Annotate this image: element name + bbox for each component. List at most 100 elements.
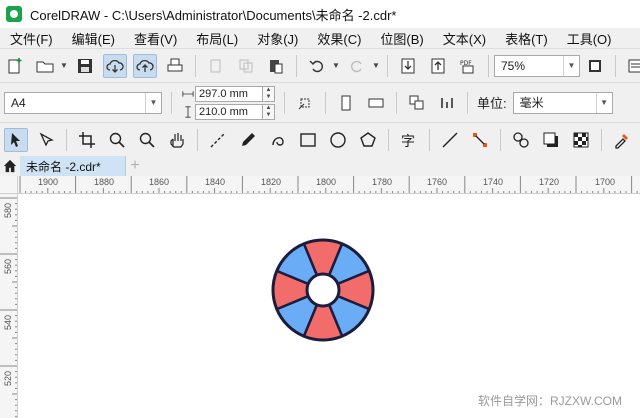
paste-icon[interactable] — [264, 54, 288, 78]
undo-icon[interactable] — [305, 54, 329, 78]
save-icon[interactable] — [73, 54, 97, 78]
text-tool-icon[interactable]: 字 — [397, 128, 421, 152]
units-value: 毫米 — [519, 96, 544, 110]
document-tab-bar: 未命名 -2.cdr* + — [0, 156, 640, 176]
menu-layout[interactable]: 布局(L) — [186, 29, 247, 48]
toolbar-separator — [500, 128, 501, 151]
menu-table[interactable]: 表格(T) — [495, 29, 557, 48]
cloud-upload-icon[interactable] — [133, 53, 157, 78]
page-height-input[interactable]: 210.0 mm — [195, 103, 263, 120]
page-width-input[interactable]: 297.0 mm — [195, 85, 263, 102]
menu-object[interactable]: 对象(J) — [247, 29, 307, 48]
publish-pdf-icon[interactable]: PDF — [456, 54, 480, 78]
vertical-ruler[interactable]: 580 560 540 520 — [0, 194, 18, 418]
undo-dropdown-icon[interactable]: ▼ — [332, 54, 340, 78]
freehand-tool-icon[interactable] — [266, 128, 290, 152]
height-icon — [181, 104, 195, 119]
ruler-origin[interactable] — [0, 176, 18, 194]
units-select[interactable]: 毫米 ▼ — [512, 91, 613, 114]
menu-bitmaps[interactable]: 位图(B) — [370, 29, 432, 48]
bezier-tool-icon[interactable] — [206, 128, 230, 152]
page-size-select[interactable]: A4 ▼ — [4, 91, 162, 114]
drawing-canvas[interactable] — [19, 195, 640, 418]
open-folder-icon[interactable] — [33, 54, 57, 78]
copy-icon[interactable] — [234, 54, 258, 78]
life-ring-shape[interactable] — [271, 238, 375, 342]
dimension-tool-icon[interactable] — [438, 128, 462, 152]
new-document-icon[interactable] — [3, 54, 27, 78]
options-icon[interactable] — [624, 54, 640, 78]
ellipse-tool-icon[interactable] — [326, 128, 350, 152]
redo-dropdown-icon[interactable]: ▼ — [372, 54, 380, 78]
eyedropper-tool-icon[interactable] — [610, 128, 634, 152]
ruler-label: 580 — [3, 202, 13, 218]
crop-tool-icon[interactable] — [75, 128, 99, 152]
pick-tool-icon[interactable] — [4, 127, 28, 152]
zoom-out-tool-icon[interactable] — [135, 128, 159, 152]
page-height-stepper[interactable]: ▲ ▼ — [263, 103, 275, 120]
menu-bar: 文件(F) 编辑(E) 查看(V) 布局(L) 对象(J) 效果(C) 位图(B… — [0, 28, 640, 48]
menu-text[interactable]: 文本(X) — [433, 29, 495, 48]
artistic-media-tool-icon[interactable] — [236, 128, 260, 152]
toolbar-separator — [387, 54, 388, 77]
toolbar-separator — [296, 54, 297, 77]
ruler-label: 1700 — [595, 177, 616, 187]
menu-edit[interactable]: 编辑(E) — [62, 29, 124, 48]
ruler-label: 520 — [3, 370, 13, 386]
toolbar-separator — [284, 91, 285, 114]
drawing-surface — [271, 238, 375, 342]
print-icon[interactable] — [163, 54, 187, 78]
units-label: 单位: — [477, 96, 507, 111]
transparency-tool-icon[interactable] — [569, 128, 593, 152]
ruler-label: 1760 — [427, 177, 448, 187]
home-icon[interactable] — [0, 156, 20, 176]
menu-effects[interactable]: 效果(C) — [307, 29, 370, 48]
toolbar-separator — [467, 91, 468, 114]
zoom-level-value: 75% — [501, 58, 526, 73]
zoom-level-select[interactable]: 75% ▼ — [494, 54, 580, 77]
page-width-stepper[interactable]: ▲ ▼ — [263, 85, 275, 102]
all-pages-icon[interactable] — [405, 91, 429, 115]
connector-tool-icon[interactable] — [468, 128, 492, 152]
rectangle-tool-icon[interactable] — [296, 128, 320, 152]
toolbar-separator — [396, 91, 397, 114]
property-bar: A4 ▼ 297.0 mm ▲ ▼ 210.0 mm ▲ ▼ 单位: 毫米 ▼ — [0, 82, 640, 122]
pan-tool-icon[interactable] — [165, 128, 189, 152]
document-tab[interactable]: 未命名 -2.cdr* — [20, 156, 126, 176]
cloud-download-icon[interactable] — [103, 53, 127, 78]
current-page-icon[interactable] — [435, 91, 459, 115]
coreldraw-logo-icon — [6, 6, 22, 22]
open-dropdown-icon[interactable]: ▼ — [60, 54, 68, 78]
life-ring-inner-outline — [305, 272, 341, 308]
drop-shadow-tool-icon[interactable] — [539, 128, 563, 152]
menu-file[interactable]: 文件(F) — [0, 29, 62, 48]
ruler-label: 1860 — [149, 177, 170, 187]
add-tab-icon[interactable]: + — [126, 156, 144, 176]
cut-icon[interactable] — [204, 54, 228, 78]
polygon-tool-icon[interactable] — [356, 128, 380, 152]
menu-tools[interactable]: 工具(O) — [557, 29, 621, 48]
shape-tool-icon[interactable] — [34, 128, 58, 152]
svg-text:字: 字 — [401, 134, 415, 149]
ruler-label: 1900 — [38, 177, 59, 187]
chevron-down-icon: ▼ — [595, 92, 612, 113]
export-icon[interactable] — [426, 54, 450, 78]
page-size-value: A4 — [11, 95, 26, 110]
redo-icon[interactable] — [345, 54, 369, 78]
menu-view[interactable]: 查看(V) — [124, 29, 186, 48]
toolbar-separator — [615, 54, 616, 77]
toolbar-separator — [429, 128, 430, 151]
toolbar-separator — [388, 128, 389, 151]
page-dimensions: 297.0 mm ▲ ▼ 210.0 mm ▲ ▼ — [181, 85, 275, 120]
page-setup-icon[interactable] — [293, 91, 317, 115]
ruler-label: 1740 — [483, 177, 504, 187]
blend-tool-icon[interactable] — [509, 128, 533, 152]
horizontal-ruler[interactable]: 1900 1880 1860 1840 1820 1800 1780 1760 … — [18, 176, 640, 194]
portrait-icon[interactable] — [334, 91, 358, 115]
full-screen-preview-icon[interactable] — [583, 54, 607, 78]
ruler-label: 1780 — [372, 177, 393, 187]
landscape-icon[interactable] — [364, 91, 388, 115]
zoom-tool-icon[interactable] — [105, 128, 129, 152]
toolbar-separator — [325, 91, 326, 114]
import-icon[interactable] — [396, 54, 420, 78]
